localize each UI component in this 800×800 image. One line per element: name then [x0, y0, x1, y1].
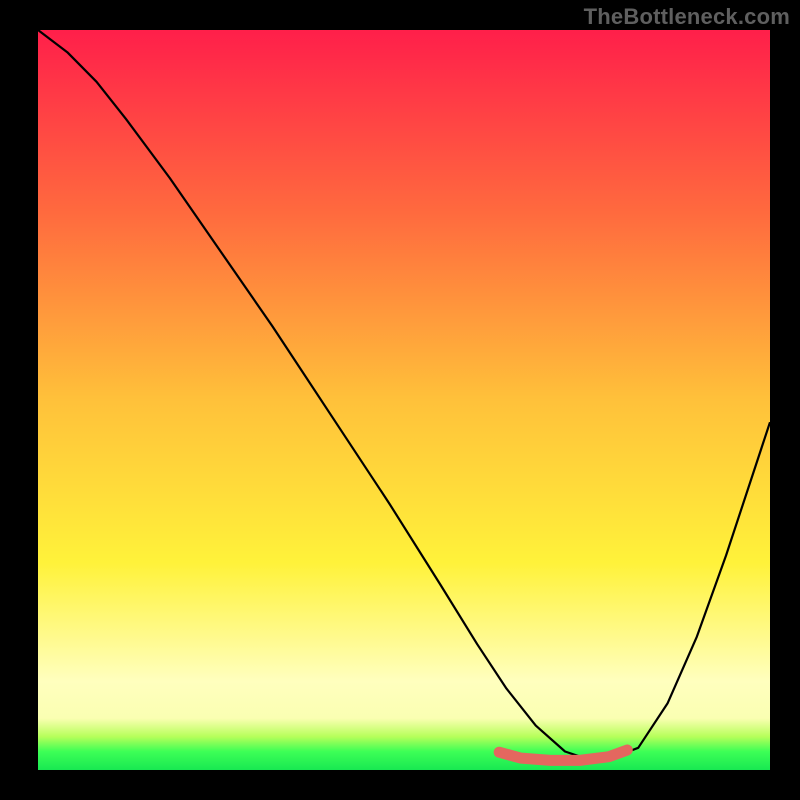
bottleneck-chart — [0, 0, 800, 800]
plot-background — [38, 30, 770, 770]
watermark-text: TheBottleneck.com — [584, 4, 790, 30]
chart-stage: TheBottleneck.com — [0, 0, 800, 800]
